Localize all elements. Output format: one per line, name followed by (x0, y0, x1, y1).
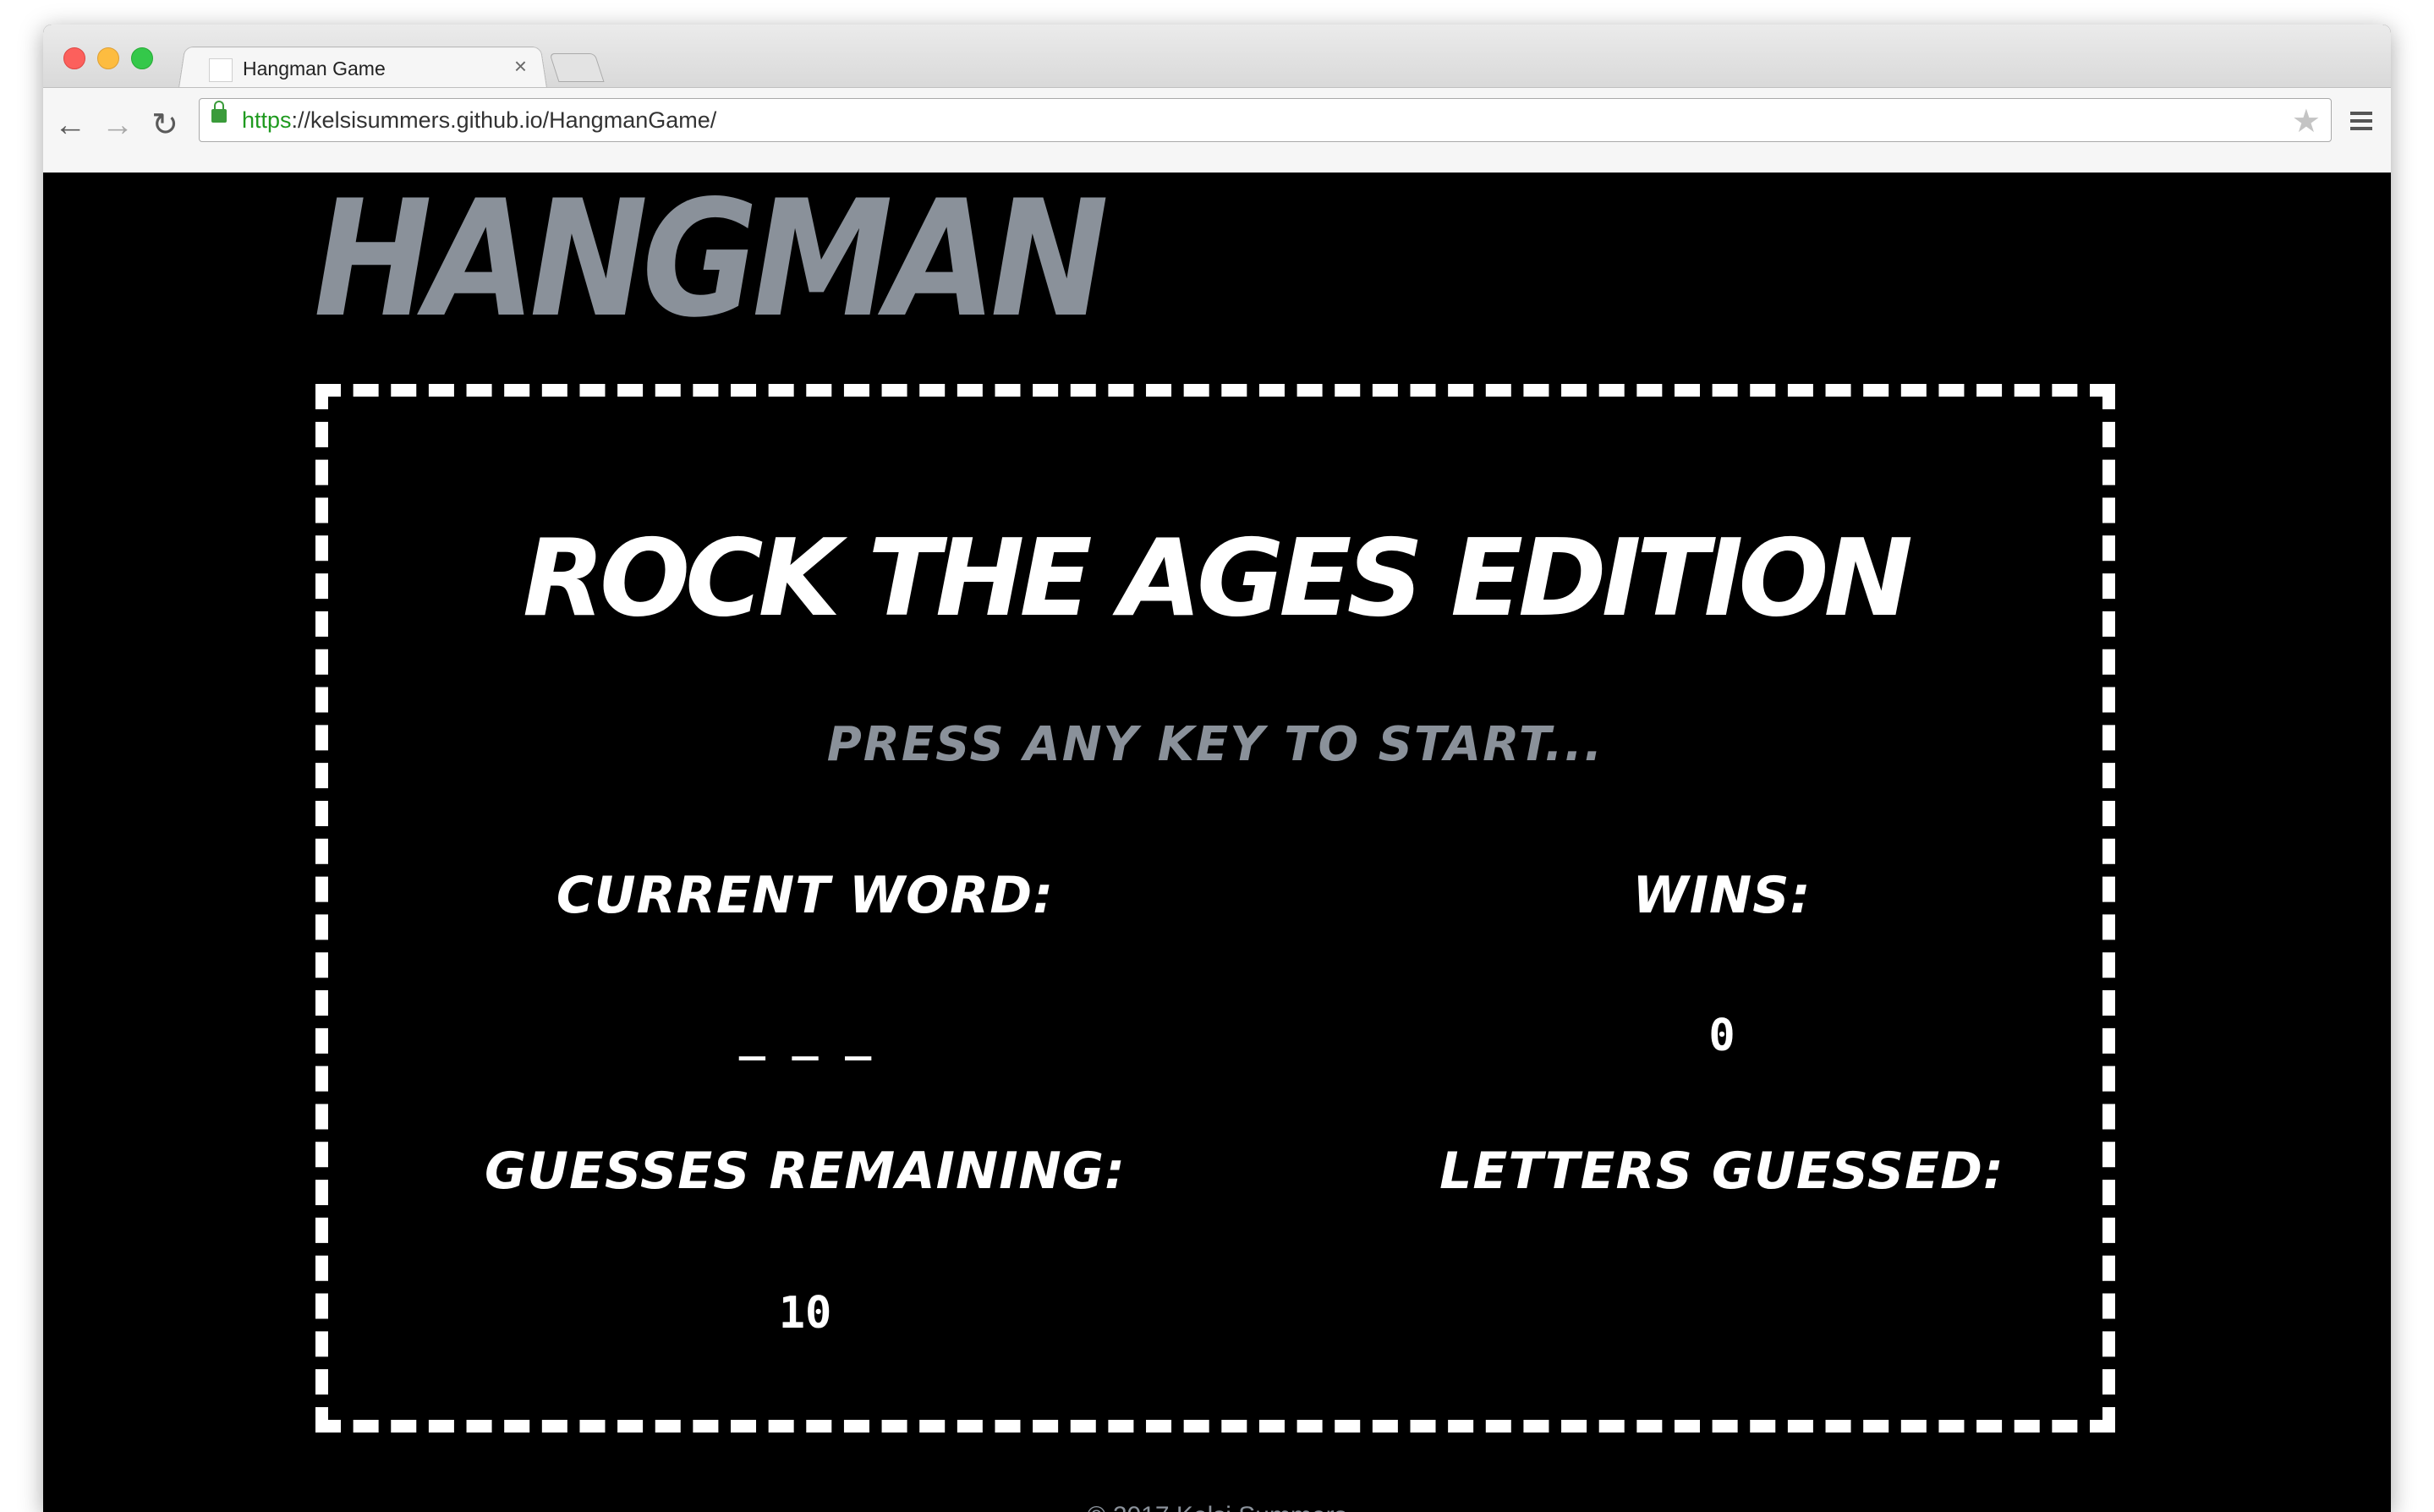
tab-strip: Hangman Game × (43, 25, 2391, 88)
game-panel: ROCK THE AGES EDITION PRESS ANY KEY TO S… (315, 384, 2115, 1433)
guesses-remaining-value: 10 (778, 1288, 832, 1339)
browser-window: Hangman Game × ← → ↻ https://kelsisummer… (43, 25, 2391, 1512)
tab-title: Hangman Game (243, 58, 386, 79)
url-text[interactable]: https://kelsisummers.github.io/HangmanGa… (242, 107, 716, 134)
start-prompt: PRESS ANY KEY TO START... (826, 717, 1604, 772)
wins-value: 0 (1708, 1011, 1735, 1061)
browser-menu-icon[interactable] (2350, 112, 2372, 134)
url-path: ://kelsisummers.github.io/HangmanGame/ (291, 107, 717, 133)
page-content: HANGMAN ROCK THE AGES EDITION PRESS ANY … (43, 173, 2391, 1512)
wins-label: WINS: (1632, 866, 1812, 925)
url-scheme: https (242, 107, 292, 133)
lock-icon (211, 101, 227, 123)
hangman-logo: HANGMAN (314, 166, 1109, 353)
current-word-label: CURRENT WORD: (556, 866, 1055, 925)
maximize-window-button[interactable] (131, 47, 153, 69)
tab-close-icon[interactable]: × (514, 53, 527, 79)
browser-toolbar: ← → ↻ https://kelsisummers.github.io/Han… (43, 87, 2391, 173)
new-tab-button[interactable] (549, 53, 605, 82)
close-window-button[interactable] (63, 47, 85, 69)
minimize-window-button[interactable] (97, 47, 119, 69)
address-bar[interactable]: https://kelsisummers.github.io/HangmanGa… (199, 98, 2332, 142)
edition-title: ROCK THE AGES EDITION (523, 516, 1913, 640)
back-arrow-icon[interactable]: ← (52, 107, 89, 144)
reload-icon[interactable]: ↻ (146, 107, 184, 144)
page-favicon-icon (209, 58, 233, 82)
guesses-remaining-label: GUESSES REMAINING: (485, 1142, 1126, 1201)
bookmark-star-icon[interactable]: ★ (2292, 102, 2321, 140)
forward-arrow-icon[interactable]: → (99, 107, 136, 144)
current-word-value: _ _ _ (738, 1011, 872, 1061)
footer-copyright: © 2017 Kelsi Summers (43, 1502, 2391, 1512)
letters-guessed-label: LETTERS GUESSED: (1439, 1142, 2004, 1201)
tab-content: Hangman Game × (197, 45, 535, 87)
